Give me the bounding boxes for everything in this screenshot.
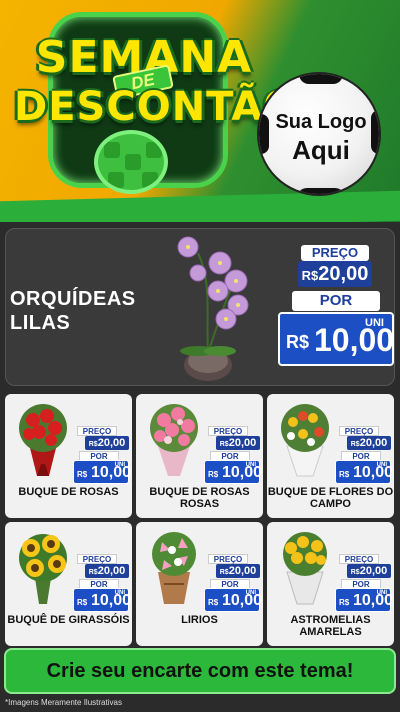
field-flowers-bouquet-image xyxy=(281,404,329,477)
product-name: BUQUE DE ROSAS ROSAS xyxy=(149,486,250,510)
lilies-bouquet-image xyxy=(152,532,196,604)
price-label: PREÇO xyxy=(208,426,248,436)
featured-new-currency: R$ xyxy=(286,332,310,352)
logo-text-line1: Sua Logo xyxy=(275,111,367,133)
new-price-value: 10,00 xyxy=(353,464,394,481)
old-price-value: 20,00 xyxy=(228,437,257,449)
product-card[interactable]: PREÇO R$20,00 POR UNI R$ 10,00 ASTROMELIAS… xyxy=(267,522,394,646)
new-currency: R$ xyxy=(77,598,88,607)
featured-price-label: PREÇO xyxy=(301,245,369,261)
old-price-value: 20,00 xyxy=(97,437,126,449)
product-name: BUQUE DE ROSAS xyxy=(18,486,119,498)
price-label: PREÇO xyxy=(208,554,248,564)
old-currency: R$ xyxy=(219,569,229,576)
new-currency: R$ xyxy=(208,470,219,479)
old-currency: R$ xyxy=(88,569,98,576)
logo-text: Sua Logo Aqui xyxy=(259,108,379,165)
featured-por-label: POR xyxy=(292,291,380,311)
featured-old-price: R$20,00 xyxy=(298,261,372,287)
featured-new-price-value: 10,00 xyxy=(314,322,395,358)
images-disclaimer: *Imagens Meramente Ilustrativas xyxy=(5,698,122,707)
header-banner: SEMANA DE DESCONTÃO Sua Logo Aqui xyxy=(0,0,400,222)
new-price-value: 10,00 xyxy=(222,592,263,609)
featured-product-name-line1: ORQUÍDEAS xyxy=(10,288,136,310)
new-price: UNI R$ 10,00 xyxy=(335,460,394,484)
new-price-value: 10,00 xyxy=(222,464,263,481)
logo-placeholder[interactable]: Sua Logo Aqui xyxy=(257,72,381,196)
new-price: UNI R$ 10,00 xyxy=(73,460,132,484)
old-currency: R$ xyxy=(219,441,229,448)
new-price: UNI R$ 10,00 xyxy=(204,460,263,484)
old-price-value: 20,00 xyxy=(97,565,126,577)
promo-title-line2: DESCONTÃO xyxy=(14,84,299,130)
pink-roses-bouquet-image xyxy=(150,404,198,476)
price-label: PREÇO xyxy=(339,554,379,564)
product-grid: PREÇO R$20,00 POR UNI R$ 10,00 BUQUE DE RO… xyxy=(5,394,395,646)
old-price-value: 20,00 xyxy=(359,437,388,449)
product-name: ASTROMELIAS AMARELAS xyxy=(290,614,371,638)
old-currency: R$ xyxy=(350,441,360,448)
new-price: UNI R$ 10,00 xyxy=(335,588,394,612)
create-flyer-button[interactable]: Crie seu encarte com este tema! xyxy=(4,648,396,694)
soccer-ball-icon xyxy=(94,130,168,194)
new-currency: R$ xyxy=(208,598,219,607)
new-price-value: 10,00 xyxy=(353,592,394,609)
orchid-plant-image xyxy=(177,236,249,381)
sunflower-bouquet-image xyxy=(19,534,67,604)
old-currency: R$ xyxy=(350,569,360,576)
product-card[interactable]: PREÇO R$20,00 POR UNI R$ 10,00 BUQUE DE FL… xyxy=(267,394,394,518)
product-card[interactable]: PREÇO R$20,00 POR UNI R$ 10,00 LIRIOS xyxy=(136,522,263,646)
product-card[interactable]: PREÇO R$20,00 POR UNI R$ 10,00 BUQUÊ DE GI… xyxy=(5,522,132,646)
new-price-value: 10,00 xyxy=(91,464,132,481)
new-currency: R$ xyxy=(339,470,350,479)
product-name: BUQUÊ DE GIRASSÓIS xyxy=(7,614,130,626)
featured-product-name-line2: LILAS xyxy=(10,312,71,334)
red-roses-bouquet-image xyxy=(19,404,67,476)
price-label: PREÇO xyxy=(77,426,117,436)
old-price: R$20,00 xyxy=(216,436,260,450)
new-price: UNI R$ 10,00 xyxy=(73,588,132,612)
product-name: LIRIOS xyxy=(181,614,218,626)
new-price: UNI R$ 10,00 xyxy=(204,588,263,612)
yellow-alstroemeria-bouquet-image xyxy=(283,532,327,605)
featured-product-name: ORQUÍDEAS LILAS xyxy=(10,287,170,335)
old-price: R$20,00 xyxy=(85,564,129,578)
product-name: BUQUE DE FLORES DO CAMPO xyxy=(267,486,394,510)
product-card[interactable]: PREÇO R$20,00 POR UNI R$ 10,00 BUQUE DE RO… xyxy=(5,394,132,518)
featured-new-price: UNI R$ 10,00 xyxy=(278,312,394,366)
old-price: R$20,00 xyxy=(347,436,391,450)
old-price: R$20,00 xyxy=(85,436,129,450)
old-price: R$20,00 xyxy=(347,564,391,578)
new-currency: R$ xyxy=(339,598,350,607)
logo-text-line2: Aqui xyxy=(292,135,350,165)
old-currency: R$ xyxy=(88,441,98,448)
featured-old-price-value: 20,00 xyxy=(318,263,369,285)
old-price: R$20,00 xyxy=(216,564,260,578)
price-label: PREÇO xyxy=(77,554,117,564)
price-label: PREÇO xyxy=(339,426,379,436)
old-price-value: 20,00 xyxy=(359,565,388,577)
product-card[interactable]: PREÇO R$20,00 POR UNI R$ 10,00 BUQUE DE RO… xyxy=(136,394,263,518)
featured-old-currency: R$ xyxy=(301,268,319,283)
new-currency: R$ xyxy=(77,470,88,479)
promo-badge: SEMANA DE DESCONTÃO xyxy=(14,2,297,202)
old-price-value: 20,00 xyxy=(228,565,257,577)
new-price-value: 10,00 xyxy=(91,592,132,609)
